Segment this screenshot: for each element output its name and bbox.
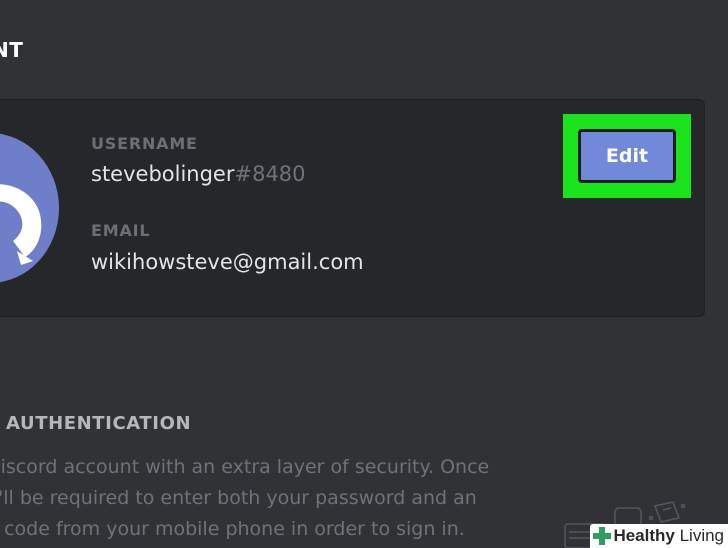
two-factor-description-line: u'll be required to enter both your pass… <box>0 487 477 509</box>
two-factor-description: Discord account with an extra layer of s… <box>0 452 506 545</box>
username-label: USERNAME <box>91 134 198 153</box>
username-value: stevebolinger#8480 <box>91 162 306 186</box>
email-value: wikihowsteve@gmail.com <box>91 250 364 274</box>
watermark-regular-text: Living <box>674 526 724 545</box>
watermark-text: Healthy Living <box>613 526 724 546</box>
two-factor-description-line: n code from your mobile phone in order t… <box>0 518 465 540</box>
watermark: Healthy Living <box>590 524 728 548</box>
section-title: NT <box>0 38 24 62</box>
username-text: stevebolinger <box>91 162 235 186</box>
medical-plus-icon <box>593 527 612 545</box>
discord-logo-icon <box>0 184 42 265</box>
account-settings-page: NT USERNAME stevebolinger#8480 EMAIL wik… <box>0 0 728 548</box>
watermark-bold-text: Healthy <box>613 526 675 545</box>
avatar[interactable] <box>0 133 59 283</box>
edit-button[interactable]: Edit <box>578 129 676 183</box>
username-discriminator: #8480 <box>234 162 306 186</box>
two-factor-title: AUTHENTICATION <box>6 413 192 434</box>
email-label: EMAIL <box>91 221 151 240</box>
two-factor-description-line: Discord account with an extra layer of s… <box>0 456 490 478</box>
